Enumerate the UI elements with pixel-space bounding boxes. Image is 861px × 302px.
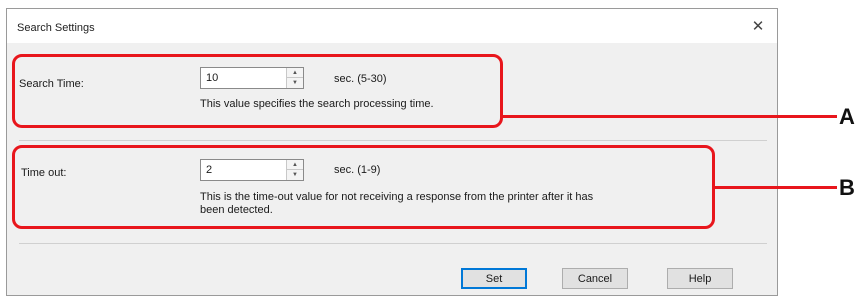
close-icon[interactable]: ✕ (747, 15, 769, 37)
button-divider (19, 243, 767, 244)
help-button[interactable]: Help (667, 268, 733, 289)
callout-label-a: A (839, 104, 855, 129)
section-divider (19, 140, 767, 141)
set-button[interactable]: Set (461, 268, 527, 289)
callout-leader-a (503, 115, 837, 118)
title-bar: Search Settings ✕ (7, 9, 777, 43)
callout-box-a (12, 54, 503, 128)
callout-label-b: B (839, 175, 855, 200)
callout-box-b (12, 145, 715, 229)
dialog-title: Search Settings (17, 22, 95, 34)
callout-leader-b (715, 186, 837, 189)
cancel-button[interactable]: Cancel (562, 268, 628, 289)
